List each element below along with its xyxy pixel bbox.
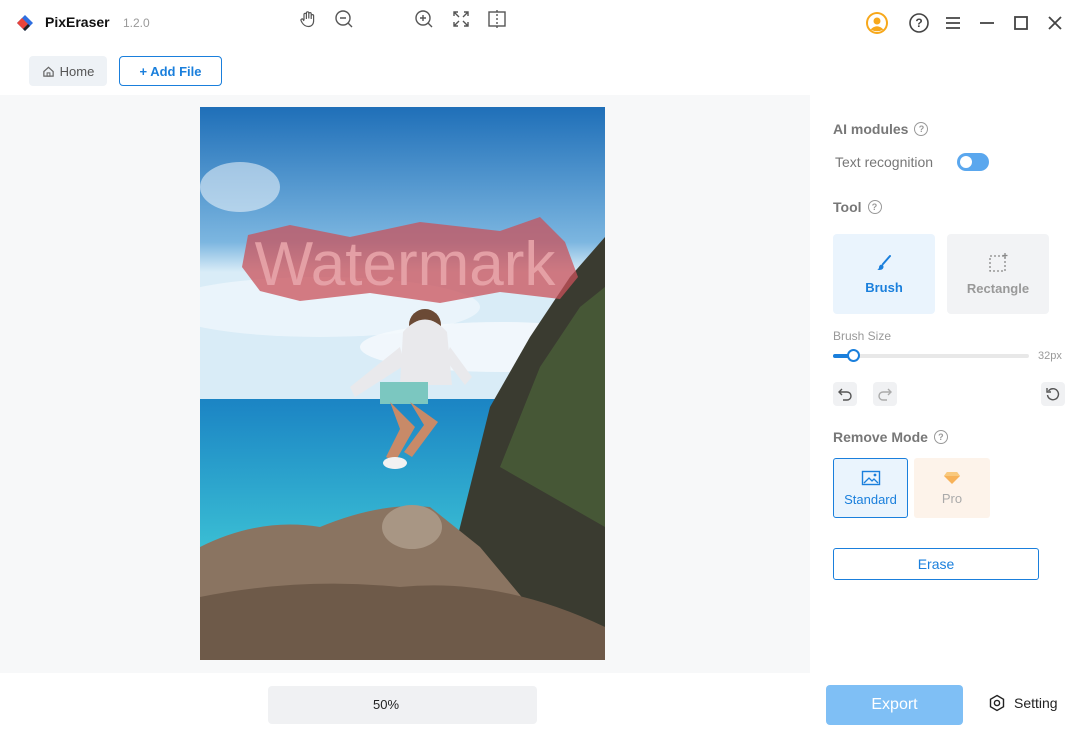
watermark-text: Watermark bbox=[255, 230, 557, 299]
text-recognition-toggle[interactable] bbox=[957, 153, 989, 171]
brush-size-slider[interactable] bbox=[833, 349, 1029, 362]
erase-button[interactable]: Erase bbox=[833, 548, 1039, 580]
compare-icon[interactable] bbox=[486, 8, 508, 30]
remove-mode-help-icon[interactable]: ? bbox=[933, 430, 948, 444]
image-icon bbox=[861, 470, 880, 485]
rectangle-label: Rectangle bbox=[966, 280, 1030, 296]
brush-size-value: 32px bbox=[1038, 350, 1062, 362]
brush-size-label: Brush Size bbox=[833, 329, 892, 343]
home-icon bbox=[42, 66, 54, 77]
ai-modules-help-icon[interactable]: ? bbox=[914, 122, 929, 136]
close-icon[interactable] bbox=[1042, 10, 1068, 36]
pro-label: Pro bbox=[941, 490, 963, 506]
ai-modules-title: AI modules ? bbox=[833, 121, 929, 137]
minimize-icon[interactable] bbox=[974, 10, 1000, 36]
account-icon[interactable] bbox=[864, 10, 890, 36]
remove-mode-title: Remove Mode ? bbox=[833, 429, 948, 445]
rectangle-tool-button[interactable]: Rectangle bbox=[947, 234, 1049, 314]
home-label: Home bbox=[59, 63, 95, 79]
tool-label: Tool bbox=[833, 199, 862, 215]
app-version: 1.2.0 bbox=[123, 16, 150, 30]
erase-label: Erase bbox=[917, 556, 955, 572]
zoom-out-icon[interactable] bbox=[333, 8, 355, 30]
tool-title: Tool ? bbox=[833, 199, 882, 215]
image-canvas[interactable]: Watermark bbox=[0, 95, 810, 673]
undo-button[interactable] bbox=[833, 382, 857, 406]
redo-button[interactable] bbox=[873, 382, 897, 406]
add-file-label: + Add File bbox=[139, 63, 202, 79]
undo-icon bbox=[838, 388, 852, 401]
maximize-icon[interactable] bbox=[1008, 10, 1034, 36]
text-recognition-label: Text recognition bbox=[835, 154, 934, 170]
standard-label: Standard bbox=[844, 491, 897, 507]
fit-screen-icon[interactable] bbox=[450, 8, 472, 30]
ai-modules-label: AI modules bbox=[833, 121, 909, 137]
photo-preview[interactable]: Watermark bbox=[200, 107, 605, 660]
export-label: Export bbox=[871, 696, 918, 713]
reset-icon bbox=[1046, 388, 1060, 401]
gear-icon bbox=[989, 694, 1005, 712]
brush-tool-button[interactable]: Brush bbox=[833, 234, 935, 314]
app-name: PixEraser bbox=[45, 14, 110, 30]
svg-text:?: ? bbox=[915, 16, 922, 30]
reset-button[interactable] bbox=[1041, 382, 1065, 406]
remove-mode-label: Remove Mode bbox=[833, 429, 928, 445]
brush-icon bbox=[877, 254, 891, 270]
add-file-button[interactable]: + Add File bbox=[119, 56, 222, 86]
hand-icon[interactable] bbox=[297, 8, 319, 30]
redo-icon bbox=[878, 388, 892, 401]
diamond-icon bbox=[944, 471, 960, 484]
setting-label: Setting bbox=[1014, 695, 1058, 711]
title-bar: PixEraser 1.2.0 ? bbox=[0, 0, 1088, 46]
help-icon[interactable]: ? bbox=[906, 10, 932, 36]
menu-icon[interactable] bbox=[940, 10, 966, 36]
logo-icon bbox=[17, 15, 33, 31]
setting-button[interactable]: Setting bbox=[988, 694, 1058, 712]
export-button[interactable]: Export bbox=[826, 685, 963, 725]
rectangle-select-icon bbox=[989, 252, 1008, 272]
home-button[interactable]: Home bbox=[29, 56, 107, 86]
zoom-in-icon[interactable] bbox=[413, 8, 435, 30]
zoom-level: 50% bbox=[372, 697, 400, 712]
brush-label: Brush bbox=[865, 279, 903, 295]
pro-mode-button[interactable]: Pro bbox=[914, 458, 990, 518]
brush-size-thumb[interactable] bbox=[846, 349, 860, 362]
standard-mode-button[interactable]: Standard bbox=[833, 458, 908, 518]
tool-help-icon[interactable]: ? bbox=[867, 200, 882, 214]
